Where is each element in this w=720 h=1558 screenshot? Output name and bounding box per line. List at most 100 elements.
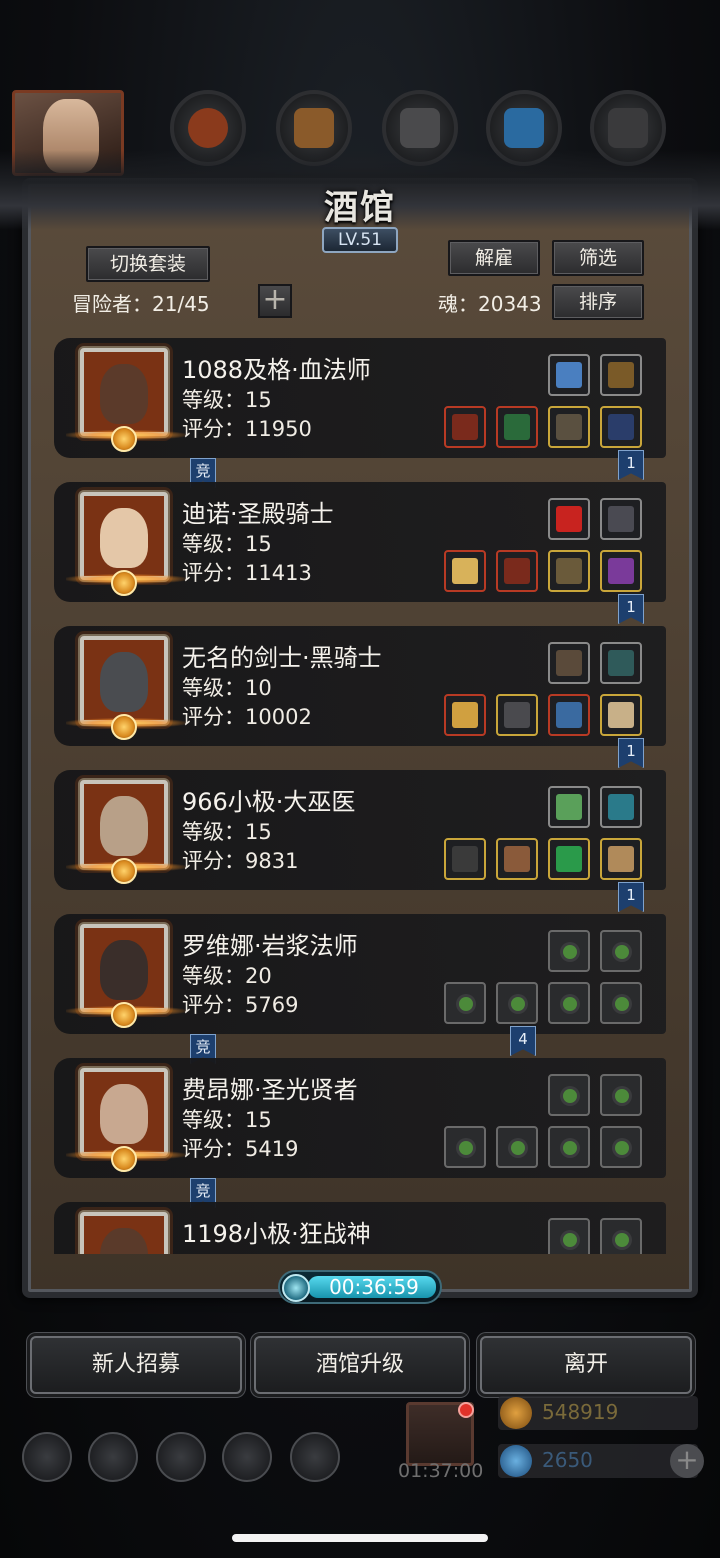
equipment-slot[interactable]	[600, 642, 642, 684]
equipment-slot[interactable]	[600, 786, 642, 828]
player-avatar[interactable]	[12, 90, 124, 176]
hero-score: 评分：5769	[182, 993, 299, 1017]
empty-equipment-slot[interactable]	[600, 930, 642, 972]
gem-value: 2650	[542, 1448, 593, 1472]
hero-card[interactable]: 迪诺·圣殿骑士 等级：15 评分：11413	[54, 482, 666, 602]
equipment-slot[interactable]	[496, 550, 538, 592]
equipment-icon	[504, 702, 530, 728]
hero-portrait	[80, 348, 168, 436]
equipment-slot[interactable]	[548, 498, 590, 540]
top-resource-bar	[0, 84, 720, 184]
empty-equipment-slot[interactable]	[600, 1074, 642, 1116]
equipment-slot[interactable]	[600, 694, 642, 736]
empty-equipment-slot[interactable]	[548, 1074, 590, 1116]
empty-slot-icon	[556, 990, 582, 1016]
equipment-slot[interactable]	[600, 354, 642, 396]
empty-equipment-slot[interactable]	[496, 982, 538, 1024]
equipment-slot[interactable]	[600, 498, 642, 540]
rank-medal-icon	[111, 858, 137, 884]
hero-card[interactable]: 无名的剑士·黑骑士 等级：10 评分：10002	[54, 626, 666, 746]
equipment-slot[interactable]	[496, 694, 538, 736]
empty-equipment-slot[interactable]	[548, 930, 590, 972]
add-gem-button[interactable]: +	[670, 1444, 704, 1478]
achievement-icon[interactable]	[88, 1432, 138, 1482]
equipment-slot[interactable]	[548, 642, 590, 684]
hero-card[interactable]: 费昂娜·圣光贤者 等级：15 评分：5419	[54, 1058, 666, 1178]
hero-card[interactable]: 966小极·大巫医 等级：15 评分：9831	[54, 770, 666, 890]
iron-icon[interactable]	[382, 90, 458, 166]
crystal-icon[interactable]	[486, 90, 562, 166]
empty-equipment-slot[interactable]	[548, 1218, 590, 1254]
empty-slot-icon	[556, 1226, 582, 1252]
equipment-icon	[556, 650, 582, 676]
adventurer-count: 冒险者：21/45	[72, 288, 210, 317]
empty-equipment-slot[interactable]	[444, 982, 486, 1024]
shop-icon[interactable]	[290, 1432, 340, 1482]
hero-portrait	[80, 924, 168, 1012]
meat-icon[interactable]	[170, 90, 246, 166]
hero-face	[100, 1084, 148, 1144]
equipment-slot[interactable]	[548, 354, 590, 396]
equipment-slot[interactable]	[496, 406, 538, 448]
gem-icon	[500, 1445, 532, 1477]
page-title: 酒馆	[324, 188, 396, 228]
equipment-slot[interactable]	[548, 786, 590, 828]
hero-portrait	[80, 492, 168, 580]
equipment-icon	[608, 414, 634, 440]
equipment-icon	[452, 702, 478, 728]
filter-button[interactable]: 筛选	[552, 240, 644, 276]
hero-list[interactable]: 1088及格·血法师 等级：15 评分：11950 竞 1 迪诺·圣殿骑士 等级：15 评分：…	[54, 330, 666, 1254]
empty-slot-icon	[608, 938, 634, 964]
empty-equipment-slot[interactable]	[600, 1126, 642, 1168]
empty-slot-icon	[556, 1082, 582, 1108]
equipment-slot[interactable]	[548, 694, 590, 736]
ore-icon[interactable]	[590, 90, 666, 166]
empty-equipment-slot[interactable]	[600, 1218, 642, 1254]
count-tag: 1	[618, 594, 644, 624]
rank-medal-icon	[111, 426, 137, 452]
hero-score: 评分：11950	[182, 417, 312, 441]
equipment-slot[interactable]	[444, 550, 486, 592]
equipment-slot[interactable]	[496, 838, 538, 880]
hero-name: 迪诺·圣殿骑士	[182, 500, 334, 528]
equipment-slot[interactable]	[444, 838, 486, 880]
empty-slot-icon	[608, 990, 634, 1016]
empty-equipment-slot[interactable]	[600, 982, 642, 1024]
count-tag: 1	[618, 738, 644, 768]
empty-equipment-slot[interactable]	[444, 1126, 486, 1168]
empty-equipment-slot[interactable]	[548, 982, 590, 1024]
empty-equipment-slot[interactable]	[496, 1126, 538, 1168]
equipment-slot[interactable]	[600, 838, 642, 880]
tavern-icon[interactable]	[156, 1432, 206, 1482]
equipment-slot[interactable]	[444, 406, 486, 448]
equipment-slot[interactable]	[548, 406, 590, 448]
hero-level: 等级：15	[182, 820, 272, 844]
upgrade-tavern-button[interactable]: 酒馆升级	[254, 1336, 466, 1394]
equipment-slot[interactable]	[600, 406, 642, 448]
home-indicator[interactable]	[232, 1534, 488, 1542]
add-slot-button[interactable]: +	[258, 284, 292, 318]
empty-slot-icon	[608, 1134, 634, 1160]
gold-resource: 548919	[498, 1396, 698, 1430]
recruit-button[interactable]: 新人招募	[30, 1336, 242, 1394]
empty-equipment-slot[interactable]	[548, 1126, 590, 1168]
equipment-slot[interactable]	[548, 550, 590, 592]
sort-button[interactable]: 排序	[552, 284, 644, 320]
hero-card[interactable]: 罗维娜·岩浆法师 等级：20 评分：5769	[54, 914, 666, 1034]
equipment-slot[interactable]	[600, 550, 642, 592]
soul-count: 魂：20343	[438, 288, 542, 317]
switch-outfit-button[interactable]: 切换套装	[86, 246, 210, 282]
hero-card[interactable]: 1088及格·血法师 等级：15 评分：11950	[54, 338, 666, 458]
hero-card[interactable]: 1198小极·狂战神	[54, 1202, 666, 1254]
equipment-slot[interactable]	[444, 694, 486, 736]
level-badge: LV.51	[322, 227, 398, 253]
dismiss-button[interactable]: 解雇	[448, 240, 540, 276]
leave-button[interactable]: 离开	[480, 1336, 692, 1394]
wood-icon[interactable]	[276, 90, 352, 166]
mail-icon[interactable]	[222, 1432, 272, 1482]
equipment-icon	[608, 506, 634, 532]
equipment-icon	[452, 414, 478, 440]
equipment-slot[interactable]	[548, 838, 590, 880]
equipment-icon	[608, 362, 634, 388]
settings-icon[interactable]	[22, 1432, 72, 1482]
